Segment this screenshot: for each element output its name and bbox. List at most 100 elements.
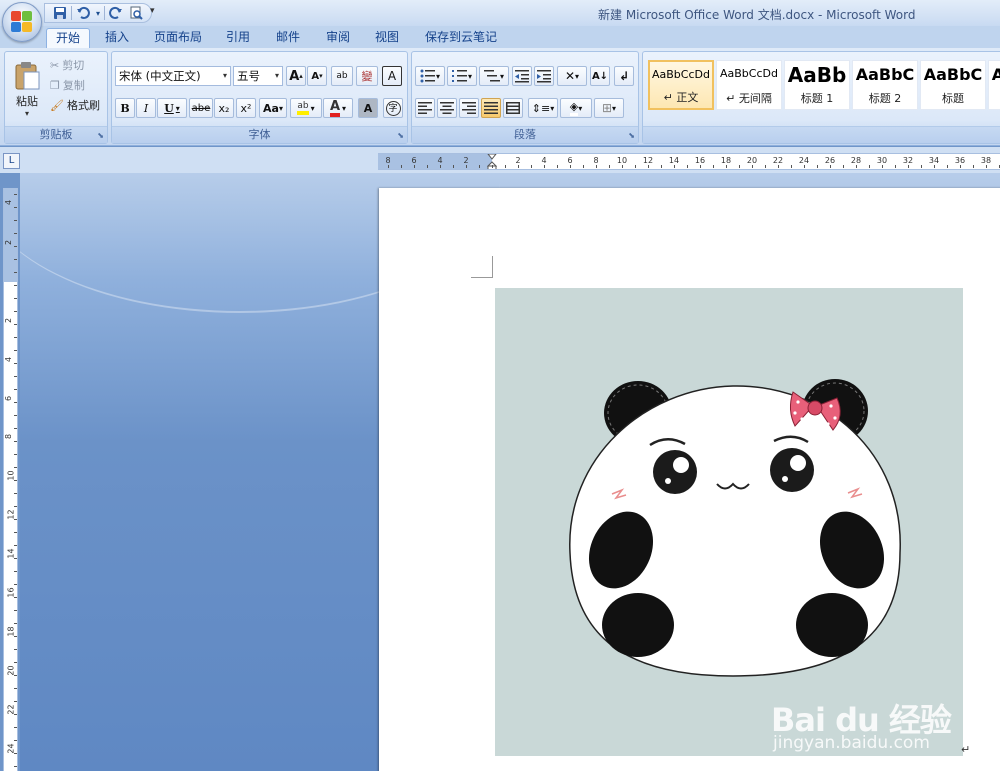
sort-icon: A↓: [591, 70, 609, 82]
numbering-button[interactable]: ▾: [447, 66, 477, 86]
grow-font-button[interactable]: A ▴: [286, 66, 306, 86]
multilevel-list-icon: [483, 70, 500, 82]
style-more[interactable]: A: [988, 60, 1000, 110]
undo-icon[interactable]: [74, 5, 92, 21]
ruler-tick: [14, 480, 17, 481]
ruler-number: 8: [593, 156, 599, 165]
clear-formatting-button[interactable]: ab: [331, 66, 353, 86]
style-normal[interactable]: AaBbCcDd ↵ 正文: [648, 60, 714, 110]
ruler-number: 18: [720, 156, 732, 165]
tab-save-to-cloud-note[interactable]: 保存到云笔记: [418, 28, 504, 48]
chinese-layout-button[interactable]: ✕ ▾: [557, 66, 587, 86]
print-preview-icon[interactable]: [127, 5, 145, 21]
font-dialog-launcher-icon[interactable]: ⬊: [397, 131, 404, 140]
change-case-button[interactable]: Aa ▾: [259, 98, 287, 118]
borders-button[interactable]: ⊞ ▾: [594, 98, 624, 118]
office-button[interactable]: [2, 2, 42, 42]
ruler-tick: [14, 610, 17, 611]
document-page[interactable]: Bai du 经验 jingyan.baidu.com ↵: [379, 188, 1000, 771]
ruler-number: 4: [541, 156, 547, 165]
copy-button[interactable]: ❐ 复制: [49, 76, 105, 94]
line-spacing-button[interactable]: ⇕≡ ▾: [528, 98, 558, 118]
paste-button[interactable]: 粘贴 ▾: [7, 55, 47, 123]
ruler-tick: [479, 165, 480, 168]
tab-insert[interactable]: 插入: [97, 28, 137, 48]
style-sample: AaBbC: [923, 65, 983, 84]
ruler-tick: [14, 467, 17, 468]
tab-view[interactable]: 视图: [367, 28, 407, 48]
align-center-icon: [440, 102, 454, 114]
panda-picture[interactable]: [495, 288, 963, 756]
font-color-button[interactable]: A ▾: [323, 98, 353, 118]
superscript-button[interactable]: x²: [236, 98, 256, 118]
style-heading-2[interactable]: AaBbC 标题 2: [852, 60, 918, 110]
highlight-button[interactable]: ab ▾: [290, 98, 322, 118]
style-heading-1[interactable]: AaBb 标题 1: [784, 60, 850, 110]
bold-button[interactable]: B: [115, 98, 135, 118]
distributed-button[interactable]: [503, 98, 523, 118]
undo-dropdown-icon[interactable]: ▾: [94, 5, 102, 21]
ruler-tick: [440, 165, 441, 168]
align-center-button[interactable]: [437, 98, 457, 118]
clipboard-dialog-launcher-icon[interactable]: ⬊: [97, 131, 104, 140]
font-size-dropdown[interactable]: 五号 ▾: [233, 66, 283, 86]
qat-separator: [104, 6, 105, 20]
ruler-tick: [674, 165, 675, 168]
ruler-number: 8: [4, 433, 14, 440]
strikethrough-button[interactable]: abe: [189, 98, 213, 118]
shrink-font-button[interactable]: A ▾: [307, 66, 327, 86]
font-name-dropdown[interactable]: 宋体 (中文正文) ▾: [115, 66, 231, 86]
tab-selector[interactable]: L: [3, 153, 20, 169]
show-marks-button[interactable]: ↲: [614, 66, 634, 86]
shading-button[interactable]: ◈ ▾: [560, 98, 592, 118]
ruler-tick: [14, 688, 17, 689]
increase-indent-icon: [537, 70, 551, 83]
cut-button[interactable]: ✂ 剪切: [49, 56, 105, 74]
shrink-font-icon: A: [311, 70, 320, 82]
multilevel-list-button[interactable]: ▾: [479, 66, 509, 86]
tab-mailings[interactable]: 邮件: [268, 28, 308, 48]
horizontal-ruler[interactable]: 8 6 4 2 2 4 6 8 10 12 14 16 18 20 22 24 26 28 30 32 34 36 38: [378, 153, 1000, 170]
bullets-button[interactable]: ▾: [415, 66, 445, 86]
tab-review[interactable]: 审阅: [318, 28, 358, 48]
decrease-indent-button[interactable]: [512, 66, 532, 86]
ruler-tick: [14, 220, 17, 221]
ruler-number: 16: [694, 156, 706, 165]
ruler-tick: [14, 194, 17, 195]
justify-button[interactable]: [481, 98, 501, 118]
clipboard-group-label: 剪贴板: [5, 126, 107, 143]
tab-references[interactable]: 引用: [218, 28, 258, 48]
ruler-tick: [388, 165, 389, 168]
underline-button[interactable]: U ▾: [157, 98, 187, 118]
font-group-label: 字体: [112, 126, 407, 143]
sort-button[interactable]: A↓: [590, 66, 610, 86]
character-border-button[interactable]: A: [382, 66, 402, 86]
ruler-tick: [635, 165, 636, 168]
margin-corner-mark: [471, 256, 493, 278]
tab-page-layout[interactable]: 页面布局: [145, 28, 211, 48]
save-icon[interactable]: [51, 5, 69, 21]
tab-home[interactable]: 开始: [46, 28, 90, 48]
increase-indent-button[interactable]: [534, 66, 554, 86]
paragraph-mark: ↵: [961, 743, 971, 756]
italic-button[interactable]: I: [136, 98, 156, 118]
style-no-spacing[interactable]: AaBbCcDd ↵ 无间隔: [716, 60, 782, 110]
phonetic-guide-button[interactable]: 變: [356, 66, 378, 86]
format-painter-button[interactable]: 🖌 格式刷: [49, 96, 107, 114]
ruler-tick: [14, 714, 17, 715]
paste-icon: [15, 61, 40, 89]
style-title[interactable]: AaBbC 标题: [920, 60, 986, 110]
align-right-button[interactable]: [459, 98, 479, 118]
ruler-tick: [804, 165, 805, 168]
enclose-characters-button[interactable]: 字: [383, 98, 403, 118]
align-left-button[interactable]: [415, 98, 435, 118]
ruler-bar: L 8 6 4 2 2 4 6 8 10 12 14 16 18 20 22 24 26 28 30 32 34 36 38: [0, 147, 1000, 173]
style-sample: AaBb: [787, 63, 847, 87]
vertical-ruler[interactable]: 4 2 2 4 6 8 10 12 14 16 18 20 22 24: [3, 188, 18, 771]
character-shading-button[interactable]: A: [358, 98, 378, 118]
redo-icon[interactable]: [107, 5, 125, 21]
subscript-button[interactable]: x₂: [214, 98, 234, 118]
paragraph-dialog-launcher-icon[interactable]: ⬊: [628, 131, 635, 140]
customize-qat-icon[interactable]: ▾: [150, 6, 155, 16]
ruler-tick: [14, 350, 17, 351]
